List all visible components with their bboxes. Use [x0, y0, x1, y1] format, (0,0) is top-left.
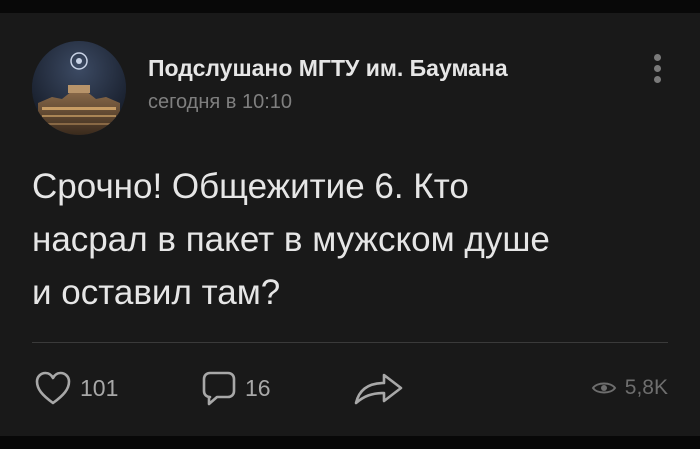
more-dot [653, 64, 661, 72]
heart-icon [34, 370, 72, 406]
eye-icon [591, 379, 617, 397]
top-bar [0, 0, 700, 13]
views-count: 5,8K [624, 376, 668, 399]
post-text-line: Срочно! Общежитие 6. Кто [32, 167, 469, 206]
more-vertical-icon [653, 53, 661, 61]
like-button[interactable]: 101 [34, 368, 118, 408]
post-text-line: и оставил там? [32, 273, 281, 312]
post-timestamp: сегодня в 10:10 [148, 91, 292, 113]
comment-bubble-icon [201, 369, 237, 407]
avatar[interactable] [32, 41, 126, 135]
comments-count: 16 [245, 374, 271, 401]
post-text-line: насрал в пакет в мужском душе [32, 220, 550, 259]
share-button[interactable] [352, 368, 404, 408]
divider [32, 342, 668, 343]
views-counter: 5,8K [591, 368, 668, 408]
likes-count: 101 [80, 374, 119, 401]
bottom-bar [0, 436, 700, 449]
more-options-button[interactable] [645, 48, 669, 88]
post-text: Срочно! Общежитие 6. Кто насрал в пакет … [32, 160, 672, 319]
comment-button[interactable]: 16 [201, 368, 271, 408]
more-dot [653, 75, 661, 83]
author-name[interactable]: Подслушано МГТУ им. Баумана [148, 55, 508, 82]
share-arrow-icon [352, 370, 404, 406]
